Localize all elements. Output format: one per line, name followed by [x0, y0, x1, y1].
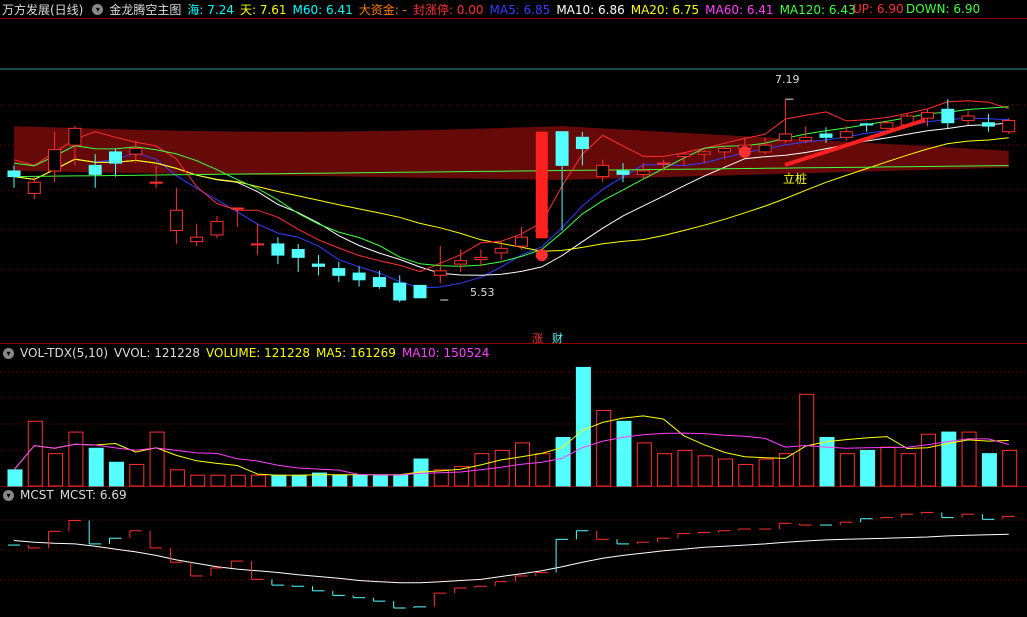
candle-body	[616, 170, 630, 175]
volume-bar	[799, 393, 815, 487]
candle-body	[839, 131, 853, 138]
candle-body	[697, 151, 711, 155]
candle-body	[454, 260, 468, 265]
candle-body	[169, 209, 183, 231]
candle-body	[433, 270, 447, 276]
candle-body	[190, 236, 204, 243]
candle-body	[718, 148, 731, 153]
volume-bar	[291, 474, 307, 487]
candle-body	[68, 127, 82, 146]
candle-body	[474, 256, 488, 261]
volume-bar	[190, 474, 206, 487]
volume-bar	[109, 461, 124, 487]
volume-bar	[941, 431, 957, 487]
volume-bar	[860, 449, 876, 487]
candle-body	[372, 277, 386, 288]
upper-band-line	[13, 100, 1009, 273]
candle-body	[7, 170, 21, 178]
candle-body	[494, 247, 508, 254]
candle-body	[109, 151, 122, 164]
liwei-label: 立桩	[783, 172, 808, 186]
limit-up-bar	[535, 131, 548, 239]
candle-body	[981, 122, 995, 127]
volume-bar	[758, 458, 774, 487]
candle-body	[657, 162, 671, 165]
stock-chart-canvas[interactable]	[0, 0, 1027, 617]
zhang-label: 涨	[532, 332, 543, 345]
candle-body	[758, 144, 772, 153]
volume-bar	[880, 446, 896, 487]
volume-bar	[1002, 449, 1018, 487]
candle-body	[778, 133, 792, 142]
volume-bar	[718, 458, 733, 487]
candle-body	[921, 112, 934, 119]
volume-bar	[251, 474, 267, 487]
candle-body	[27, 181, 41, 194]
candle-body	[48, 149, 62, 172]
volume-bar	[677, 449, 693, 487]
volume-bar	[616, 420, 632, 487]
candle-body	[880, 122, 894, 129]
volume-bar	[697, 455, 713, 487]
low-price-label: 5.53	[470, 286, 495, 299]
volume-bar	[393, 474, 409, 487]
candle-body	[332, 268, 346, 276]
volume-bar	[48, 453, 64, 487]
volume-bar	[535, 453, 551, 487]
candle-body	[291, 249, 305, 258]
candle-body	[575, 136, 589, 150]
candle-body	[941, 108, 955, 124]
volume-bar	[636, 442, 652, 487]
volume-bar	[372, 474, 388, 487]
candle-body	[860, 123, 874, 126]
volume-bar	[921, 433, 936, 487]
high-price-label: 7.19	[775, 73, 800, 86]
cai-label: 财	[552, 332, 563, 345]
volume-bar	[88, 447, 104, 487]
volume-bar	[210, 474, 226, 487]
candle-body	[393, 282, 407, 301]
candle-body	[555, 131, 569, 166]
candle-body	[1002, 119, 1016, 133]
candle-body	[352, 272, 366, 281]
candle-body	[677, 153, 691, 157]
volume-bar	[7, 469, 23, 487]
candle-body	[636, 170, 650, 175]
volume-bar	[68, 431, 84, 487]
volume-bar	[332, 474, 348, 487]
candle-body	[799, 136, 813, 142]
duo-marker	[535, 249, 548, 262]
candle-body	[129, 148, 143, 155]
volume-bar	[555, 436, 571, 487]
candle-body	[210, 220, 224, 236]
volume-bar	[657, 453, 673, 487]
candle-body	[312, 263, 325, 267]
volume-bar	[129, 463, 145, 487]
volume-bar	[169, 469, 185, 487]
volume-bar	[230, 474, 246, 487]
candle-body	[271, 243, 285, 256]
candle-body	[149, 181, 163, 184]
volume-bar	[271, 474, 287, 487]
candle-body	[230, 207, 244, 210]
volume-bar	[839, 453, 855, 487]
candle-body	[596, 164, 610, 178]
duo-marker	[738, 145, 751, 158]
mcst-line	[13, 533, 1009, 584]
volume-bar	[900, 453, 916, 487]
candle-body	[515, 236, 528, 247]
candle-body	[413, 284, 427, 299]
candle-body	[961, 115, 975, 121]
volume-bar	[575, 366, 591, 487]
candle-body	[251, 243, 265, 246]
volume-bar	[981, 453, 997, 487]
candle-body	[819, 133, 833, 138]
volume-bar	[149, 431, 165, 487]
candle-body	[88, 164, 102, 175]
volume-bar	[819, 436, 835, 487]
volume-bar	[352, 474, 368, 487]
volume-bar	[27, 420, 43, 487]
volume-bar	[738, 463, 754, 487]
